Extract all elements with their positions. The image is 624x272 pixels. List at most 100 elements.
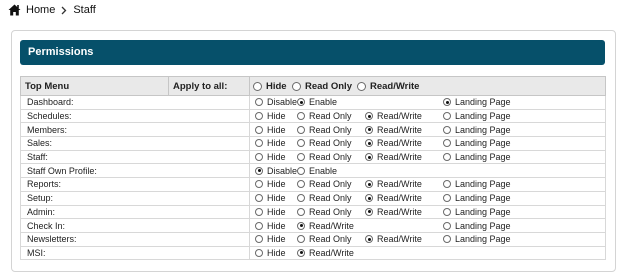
apply-read-only-option[interactable]: Read Only	[292, 78, 352, 95]
radio-unchecked[interactable]	[255, 221, 263, 230]
permission-option[interactable]: Landing Page	[443, 151, 511, 163]
permission-option[interactable]: Hide	[255, 151, 286, 163]
radio-unchecked[interactable]	[297, 139, 305, 148]
radio-checked[interactable]	[365, 194, 373, 203]
radio-unchecked[interactable]	[443, 235, 451, 244]
radio-unchecked[interactable]	[297, 153, 305, 162]
radio-unchecked[interactable]	[255, 98, 263, 107]
permission-option[interactable]: Read Only	[297, 124, 352, 136]
radio-unchecked[interactable]	[255, 153, 263, 162]
radio-unchecked[interactable]	[297, 166, 305, 175]
permission-option[interactable]: Landing Page	[443, 138, 511, 150]
apply-hide-radio[interactable]	[253, 81, 262, 91]
radio-unchecked[interactable]	[443, 153, 451, 162]
permission-options: Hide Read Only Read/Write Landing Page	[249, 136, 606, 151]
permission-option[interactable]: Read/Write	[297, 247, 354, 259]
permission-option[interactable]: Landing Page	[443, 110, 511, 122]
radio-unchecked[interactable]	[255, 180, 263, 189]
permission-option[interactable]: Hide	[255, 124, 286, 136]
radio-unchecked[interactable]	[297, 194, 305, 203]
permission-option[interactable]: Read/Write	[365, 206, 422, 218]
radio-unchecked[interactable]	[255, 194, 263, 203]
radio-unchecked[interactable]	[255, 139, 263, 148]
apply-read-only-radio[interactable]	[292, 81, 301, 91]
radio-checked[interactable]	[297, 98, 305, 107]
chevron-right-icon	[61, 6, 67, 15]
permission-option[interactable]: Disable	[255, 96, 297, 108]
radio-checked[interactable]	[365, 180, 373, 189]
permission-option[interactable]: Read Only	[297, 151, 352, 163]
permission-option[interactable]: Read/Write	[365, 151, 422, 163]
apply-read-write-radio[interactable]	[357, 81, 366, 91]
radio-unchecked[interactable]	[443, 112, 451, 121]
permission-option[interactable]: Hide	[255, 206, 286, 218]
permission-option[interactable]: Hide	[255, 247, 286, 259]
permission-option[interactable]: Read Only	[297, 138, 352, 150]
apply-read-write-option[interactable]: Read/Write	[357, 78, 419, 95]
permission-option[interactable]: Read Only	[297, 206, 352, 218]
permission-option[interactable]: Read Only	[297, 179, 352, 191]
permission-option[interactable]: Read/Write	[365, 138, 422, 150]
radio-unchecked[interactable]	[297, 180, 305, 189]
radio-unchecked[interactable]	[443, 221, 451, 230]
radio-checked[interactable]	[443, 98, 451, 107]
permission-option[interactable]: Read Only	[297, 110, 352, 122]
breadcrumb-home-link[interactable]: Home	[26, 4, 55, 16]
radio-unchecked[interactable]	[255, 248, 263, 257]
permission-option[interactable]: Hide	[255, 179, 286, 191]
permission-option[interactable]: Landing Page	[443, 206, 511, 218]
permission-option[interactable]: Read/Write	[365, 179, 422, 191]
radio-unchecked[interactable]	[255, 207, 263, 216]
radio-unchecked[interactable]	[297, 235, 305, 244]
radio-unchecked[interactable]	[443, 180, 451, 189]
permission-option[interactable]: Hide	[255, 192, 286, 204]
permission-option[interactable]: Read/Write	[365, 192, 422, 204]
radio-unchecked[interactable]	[443, 207, 451, 216]
permission-label: Staff Own Profile:	[20, 163, 250, 179]
permission-option[interactable]: Landing Page	[443, 179, 511, 191]
permission-option[interactable]: Read/Write	[297, 220, 354, 232]
permission-option[interactable]: Hide	[255, 220, 286, 232]
radio-unchecked[interactable]	[255, 125, 263, 134]
permission-option[interactable]: Disable	[255, 165, 297, 177]
permission-option[interactable]: Read/Write	[365, 124, 422, 136]
permission-option[interactable]: Landing Page	[443, 192, 511, 204]
permission-option[interactable]: Landing Page	[443, 96, 511, 108]
permission-option[interactable]: Read Only	[297, 192, 352, 204]
radio-checked[interactable]	[255, 166, 263, 175]
panel-header: Permissions	[20, 40, 605, 65]
radio-checked[interactable]	[297, 248, 305, 257]
option-label: Landing Page	[455, 179, 511, 190]
radio-checked[interactable]	[365, 153, 373, 162]
radio-unchecked[interactable]	[443, 125, 451, 134]
radio-checked[interactable]	[365, 207, 373, 216]
permission-option[interactable]: Landing Page	[443, 124, 511, 136]
radio-unchecked[interactable]	[297, 207, 305, 216]
permission-option[interactable]: Enable	[297, 96, 337, 108]
radio-checked[interactable]	[365, 125, 373, 134]
permission-option[interactable]: Read Only	[297, 233, 352, 245]
radio-unchecked[interactable]	[297, 112, 305, 121]
permission-option[interactable]: Hide	[255, 138, 286, 150]
permission-option[interactable]: Landing Page	[443, 233, 511, 245]
permission-option[interactable]: Hide	[255, 233, 286, 245]
permission-options: Hide Read/Write Landing Page	[249, 218, 606, 233]
radio-unchecked[interactable]	[255, 235, 263, 244]
radio-checked[interactable]	[365, 139, 373, 148]
apply-hide-option[interactable]: Hide	[253, 78, 287, 95]
permission-option[interactable]: Landing Page	[443, 220, 511, 232]
permission-option[interactable]: Enable	[297, 165, 337, 177]
radio-unchecked[interactable]	[443, 139, 451, 148]
radio-checked[interactable]	[297, 221, 305, 230]
radio-unchecked[interactable]	[443, 194, 451, 203]
home-icon[interactable]	[8, 4, 21, 16]
radio-unchecked[interactable]	[255, 112, 263, 121]
radio-checked[interactable]	[365, 112, 373, 121]
option-label: Landing Page	[455, 124, 511, 135]
radio-unchecked[interactable]	[297, 125, 305, 134]
permissions-panel: Permissions Top Menu Apply to all: Hide …	[11, 30, 616, 272]
radio-checked[interactable]	[365, 235, 373, 244]
permission-option[interactable]: Hide	[255, 110, 286, 122]
permission-option[interactable]: Read/Write	[365, 110, 422, 122]
permission-option[interactable]: Read/Write	[365, 233, 422, 245]
